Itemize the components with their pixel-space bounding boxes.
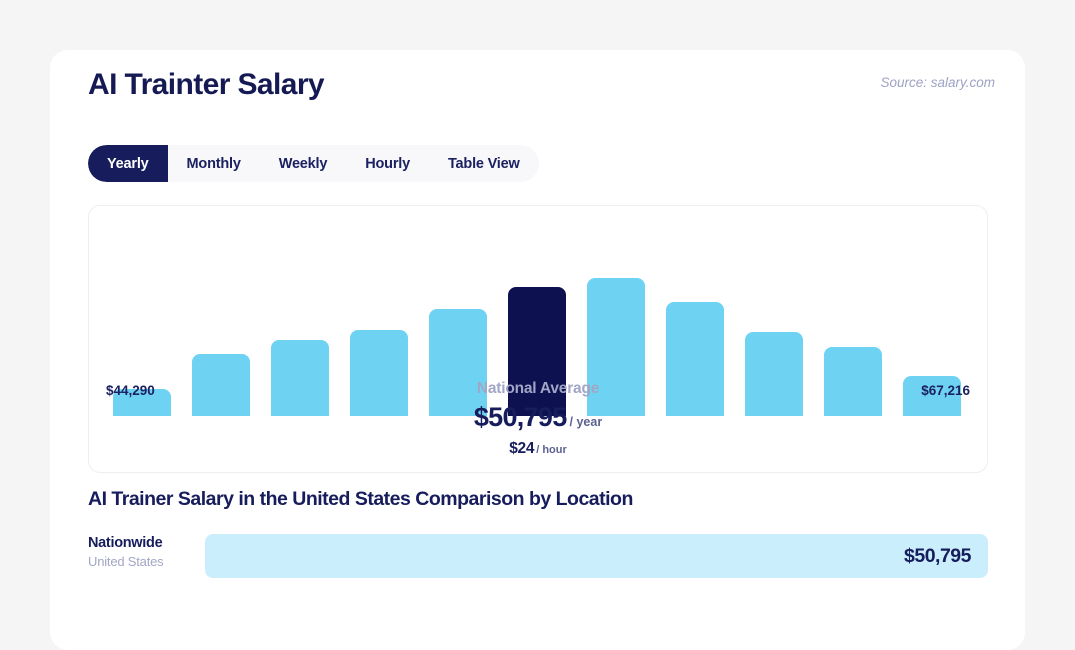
tab-hourly[interactable]: Hourly [346,145,429,182]
source-attribution: Source: salary.com [880,75,995,90]
card-header: AI Trainter Salary Source: salary.com [50,50,1025,120]
tab-yearly[interactable]: Yearly [88,145,168,182]
national-average-yearly-row: $50,795/ year [89,402,987,437]
salary-distribution-chart-panel: $44,290 $67,216 National Average $50,795… [88,205,988,473]
comparison-section-heading: AI Trainer Salary in the United States C… [88,488,633,510]
salary-period-tabs: Yearly Monthly Weekly Hourly Table View [88,145,539,182]
national-average-caption: National Average [476,380,600,397]
tab-monthly[interactable]: Monthly [168,145,260,182]
location-primary-label: Nationwide [88,535,163,551]
national-average-block: National Average $50,795/ year $24/ hour [89,378,987,460]
page-title: AI Trainter Salary [88,68,325,101]
tab-weekly[interactable]: Weekly [260,145,347,182]
national-average-yearly-value: $50,795 [473,402,567,432]
national-average-hourly-row: $24/ hour [89,439,987,460]
location-labels: Nationwide United States [88,533,198,571]
location-value-bar[interactable]: $50,795 [205,534,988,578]
location-secondary-label: United States [88,554,164,569]
national-average-hourly-value: $24 [509,440,535,457]
salary-card: AI Trainter Salary Source: salary.com Ye… [50,50,1025,650]
national-average-hourly-unit: / hour [536,444,567,456]
national-average-yearly-unit: / year [569,415,603,429]
location-comparison-row: Nationwide United States $50,795 [88,533,988,579]
location-salary-value: $50,795 [904,544,972,567]
tab-table-view[interactable]: Table View [429,145,539,182]
